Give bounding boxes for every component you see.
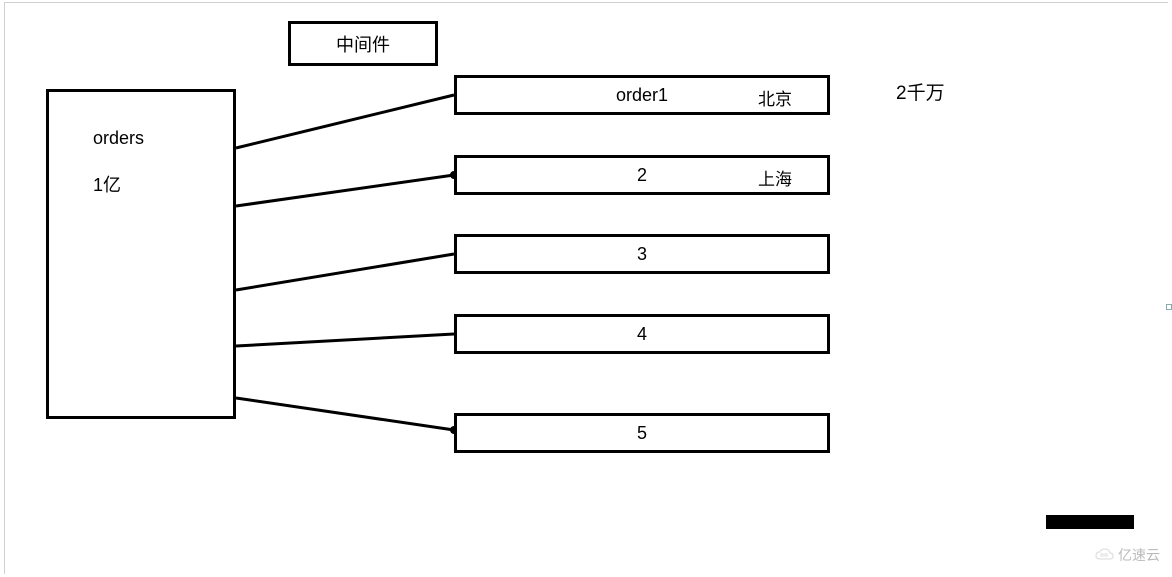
shard-box-3: 3 (454, 234, 830, 274)
orders-name: orders (93, 128, 144, 149)
shard-box-5: 5 (454, 413, 830, 453)
middleware-label: 中间件 (336, 31, 390, 57)
orders-source-box: orders 1亿 (46, 89, 236, 419)
shard-id: 4 (637, 324, 647, 345)
cloud-icon (1094, 548, 1114, 562)
shard-tag: 上海 (758, 165, 792, 190)
watermark: 亿速云 (1094, 545, 1160, 565)
resize-handle (1166, 304, 1172, 310)
watermark-text: 亿速云 (1118, 545, 1160, 565)
shard-size-label: 2千万 (896, 78, 945, 105)
shard-box-4: 4 (454, 314, 830, 354)
shard-box-2: 2 上海 (454, 155, 830, 195)
middleware-box: 中间件 (288, 21, 438, 66)
shard-id: 3 (637, 244, 647, 265)
shard-id: order1 (616, 85, 668, 106)
shard-tag: 北京 (758, 85, 792, 110)
orders-count: 1亿 (93, 171, 121, 197)
shard-id: 2 (637, 165, 647, 186)
shard-id: 5 (637, 423, 647, 444)
decorative-bar (1046, 515, 1134, 529)
shard-box-1: order1 北京 (454, 75, 830, 115)
